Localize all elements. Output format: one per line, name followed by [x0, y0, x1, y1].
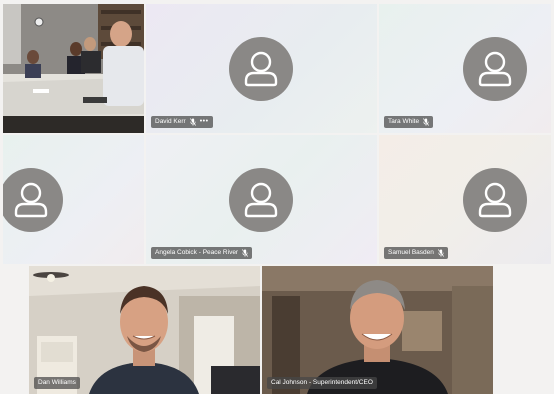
- participant-video-cal-johnson[interactable]: Cal Johnson - Superintendent/CEO: [262, 266, 493, 394]
- participant-name: Samuel Basden: [388, 249, 434, 256]
- video-feed: [262, 266, 493, 394]
- room-video-tile[interactable]: [3, 4, 144, 133]
- participant-nametag: Dan Williams: [34, 377, 80, 389]
- video-call-grid: David Kerr ••• Tara White Angela Cobick …: [0, 0, 554, 394]
- more-options-icon[interactable]: •••: [200, 117, 209, 127]
- participant-name: David Kerr: [155, 118, 186, 125]
- participant-nametag: David Kerr •••: [151, 116, 213, 128]
- video-feed: [29, 266, 260, 394]
- participant-nametag: Tara White: [384, 116, 434, 128]
- mic-muted-icon: [189, 118, 196, 126]
- person-avatar-icon: [3, 168, 63, 232]
- room-video-feed: [3, 4, 144, 133]
- participant-tile-samuel-basden[interactable]: Samuel Basden: [379, 135, 551, 264]
- participant-tile-david-kerr[interactable]: David Kerr •••: [146, 4, 377, 133]
- participant-tile-angela-cobick[interactable]: Angela Cobick - Peace River: [146, 135, 377, 264]
- mic-muted-icon: [242, 249, 249, 257]
- participant-name: Dan Williams: [38, 379, 76, 386]
- participant-nametag: Angela Cobick - Peace River: [151, 247, 253, 259]
- participant-video-dan-williams[interactable]: Dan Williams: [29, 266, 260, 394]
- participant-tile-unnamed[interactable]: [3, 135, 144, 264]
- mic-muted-icon: [423, 118, 430, 126]
- participant-nametag: Cal Johnson - Superintendent/CEO: [267, 377, 377, 389]
- participant-name: Angela Cobick - Peace River: [155, 249, 239, 256]
- person-avatar-icon: [229, 37, 293, 101]
- mic-muted-icon: [437, 249, 444, 257]
- participant-nametag: Samuel Basden: [384, 247, 448, 259]
- participant-name: Tara White: [388, 118, 420, 125]
- participant-name: Cal Johnson - Superintendent/CEO: [271, 379, 373, 386]
- participant-tile-tara-white[interactable]: Tara White: [379, 4, 551, 133]
- person-avatar-icon: [229, 168, 293, 232]
- person-avatar-icon: [463, 168, 527, 232]
- person-avatar-icon: [463, 37, 527, 101]
